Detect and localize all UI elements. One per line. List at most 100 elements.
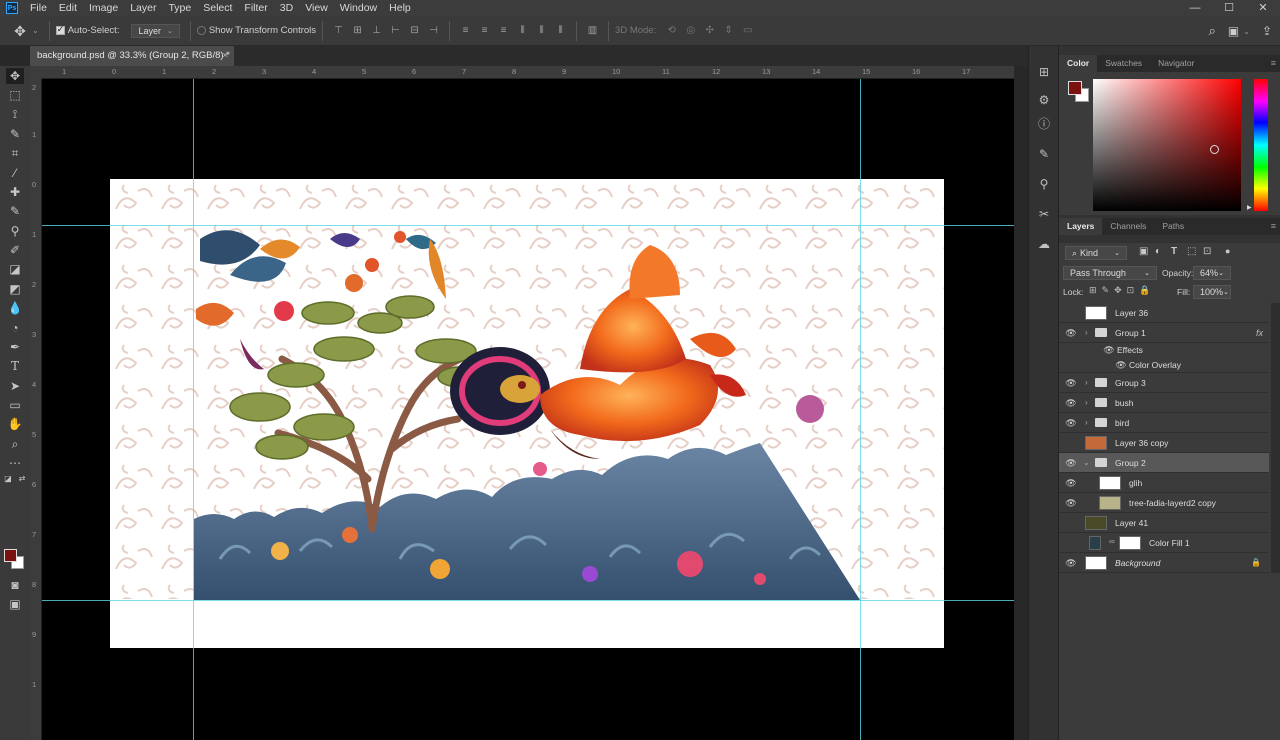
distribute-top-icon[interactable]: ≡	[459, 24, 472, 37]
eye-icon[interactable]: 👁	[1065, 477, 1077, 489]
chevron-right-icon[interactable]: ›	[1085, 373, 1088, 393]
auto-select-target-dropdown[interactable]: Layer ⌄	[131, 23, 180, 38]
chevron-down-icon[interactable]: ⌄	[1083, 453, 1090, 473]
pen-tool-icon[interactable]: ✒	[6, 339, 24, 355]
tab-swatches[interactable]: Swatches	[1097, 55, 1150, 72]
eye-icon[interactable]: 👁	[1065, 557, 1077, 569]
history-brush-tool-icon[interactable]: ✐	[6, 242, 24, 258]
path-select-tool-icon[interactable]: ➤	[6, 378, 24, 394]
layer-filter-dropdown[interactable]: ⌕ Kind ⌄	[1065, 246, 1127, 260]
maximize-button[interactable]: ☐	[1212, 0, 1246, 16]
layer-row[interactable]: Layer 36	[1059, 303, 1269, 323]
clone-stamp-tool-icon[interactable]: ⚲	[6, 223, 24, 239]
lock-all-icon[interactable]: 🔒	[1139, 285, 1150, 296]
effects-row[interactable]: 👁 Effects	[1059, 343, 1269, 357]
move-tool-icon[interactable]: ✥	[6, 68, 24, 84]
eye-icon[interactable]: 👁	[1065, 497, 1077, 509]
color-picker-cursor[interactable]	[1210, 145, 1219, 154]
menu-help[interactable]: Help	[383, 0, 417, 16]
hue-slider[interactable]	[1254, 79, 1268, 211]
history-panel-icon[interactable]: ⊞	[1036, 64, 1052, 80]
layers-scrollbar[interactable]	[1271, 303, 1280, 573]
eye-icon[interactable]: 👁	[1065, 377, 1077, 389]
foreground-color-swatch[interactable]	[4, 549, 17, 562]
tab-color[interactable]: Color	[1059, 55, 1098, 72]
filter-smart-object-icon[interactable]: ⊡	[1203, 246, 1211, 257]
libraries-panel-icon[interactable]: ☁	[1036, 236, 1052, 252]
lock-position-icon[interactable]: ✥	[1114, 285, 1122, 296]
eye-icon[interactable]: 👁	[1065, 397, 1077, 409]
distribute-hcenter-icon[interactable]: ⦀	[535, 24, 548, 37]
lasso-tool-icon[interactable]: ⟟	[6, 106, 24, 122]
layer-row[interactable]: 👁 glih	[1059, 473, 1269, 493]
layer-row[interactable]: ∞ Color Fill 1	[1059, 533, 1269, 553]
filter-toggle-icon[interactable]: ●	[1225, 246, 1230, 256]
rectangle-tool-icon[interactable]: ▭	[6, 397, 24, 413]
blur-tool-icon[interactable]: 💧	[6, 300, 24, 316]
type-tool-icon[interactable]: T	[6, 358, 24, 374]
auto-select-checkbox[interactable]	[55, 24, 65, 35]
minimize-button[interactable]: —	[1178, 0, 1212, 16]
eraser-tool-icon[interactable]: ◪	[6, 261, 24, 277]
close-tab-icon[interactable]: ×	[222, 46, 228, 66]
foreground-color-swatch[interactable]	[1068, 81, 1082, 95]
chevron-down-icon[interactable]: ⌄	[1243, 27, 1250, 36]
menu-window[interactable]: Window	[334, 0, 383, 16]
menu-3d[interactable]: 3D	[274, 0, 299, 16]
eye-icon[interactable]: 👁	[1103, 344, 1115, 356]
filter-adjustment-icon[interactable]: ◐	[1155, 246, 1161, 257]
chevron-right-icon[interactable]: ›	[1085, 323, 1088, 343]
layer-row[interactable]: 👁 › Group 1 fx	[1059, 323, 1269, 343]
align-left-icon[interactable]: ⊢	[389, 24, 402, 37]
layer-row[interactable]: Layer 36 copy	[1059, 433, 1269, 453]
hue-slider-pointer-icon[interactable]: ▶	[1247, 204, 1252, 211]
search-icon[interactable]: ⌕	[1209, 23, 1216, 39]
zoom-tool-icon[interactable]: ⌕	[6, 436, 24, 452]
eye-icon[interactable]: 👁	[1065, 417, 1077, 429]
layer-row[interactable]: 👁 tree-fadia-layerd2 copy	[1059, 493, 1269, 513]
tools-preset-panel-icon[interactable]: ✂	[1036, 206, 1052, 222]
artwork[interactable]	[110, 179, 944, 648]
layer-row[interactable]: 👁 Background 🔒	[1059, 553, 1269, 573]
filter-type-icon[interactable]: T	[1171, 246, 1177, 257]
share-icon[interactable]: ⇪	[1262, 24, 1272, 38]
document-tab[interactable]: background.psd @ 33.3% (Group 2, RGB/8) …	[30, 46, 234, 66]
distribute-right-icon[interactable]: ⦀	[554, 24, 567, 37]
menu-layer[interactable]: Layer	[124, 0, 162, 16]
dodge-tool-icon[interactable]: ◔	[6, 320, 24, 336]
panel-menu-icon[interactable]: ≡	[1271, 55, 1276, 72]
guide-horizontal[interactable]	[42, 600, 1014, 601]
more-tools-icon[interactable]: ⋯	[6, 455, 24, 471]
healing-brush-tool-icon[interactable]: ✚	[6, 184, 24, 200]
document-canvas[interactable]	[42, 79, 1014, 740]
blend-mode-dropdown[interactable]: Pass Through ⌄	[1063, 266, 1157, 280]
filter-pixel-icon[interactable]: ▣	[1139, 246, 1148, 257]
menu-image[interactable]: Image	[83, 0, 124, 16]
color-picker-field[interactable]	[1093, 79, 1241, 211]
effect-row[interactable]: 👁 Color Overlay	[1059, 357, 1269, 373]
guide-horizontal[interactable]	[42, 225, 1014, 226]
tab-paths[interactable]: Paths	[1154, 218, 1192, 235]
clone-source-panel-icon[interactable]: ⚲	[1036, 176, 1052, 192]
align-right-icon[interactable]: ⊣	[427, 24, 440, 37]
eye-icon[interactable]: 👁	[1115, 359, 1127, 371]
auto-align-icon[interactable]: ▥	[586, 24, 599, 37]
menu-type[interactable]: Type	[162, 0, 197, 16]
distribute-vcenter-icon[interactable]: ≡	[478, 24, 491, 37]
quick-mask-icon[interactable]: ◙	[6, 577, 24, 593]
drag-3d-icon[interactable]: ✣	[703, 24, 716, 37]
menu-select[interactable]: Select	[197, 0, 238, 16]
fill-input[interactable]: 100% ⌄	[1193, 285, 1231, 299]
tab-channels[interactable]: Channels	[1102, 218, 1154, 235]
layer-row[interactable]: 👁 › Group 3	[1059, 373, 1269, 393]
chevron-right-icon[interactable]: ›	[1085, 393, 1088, 413]
panel-menu-icon[interactable]: ≡	[1271, 218, 1276, 235]
layer-row[interactable]: Layer 41	[1059, 513, 1269, 533]
properties-panel-icon[interactable]: ⚙	[1036, 92, 1052, 108]
brush-panel-icon[interactable]: ✎	[1036, 146, 1052, 162]
orbit-3d-icon[interactable]: ⟲	[665, 24, 678, 37]
guide-vertical[interactable]	[193, 79, 194, 740]
eye-icon[interactable]: 👁	[1065, 327, 1077, 339]
distribute-bottom-icon[interactable]: ≡	[497, 24, 510, 37]
default-colors-icon[interactable]: ◪	[4, 471, 12, 487]
